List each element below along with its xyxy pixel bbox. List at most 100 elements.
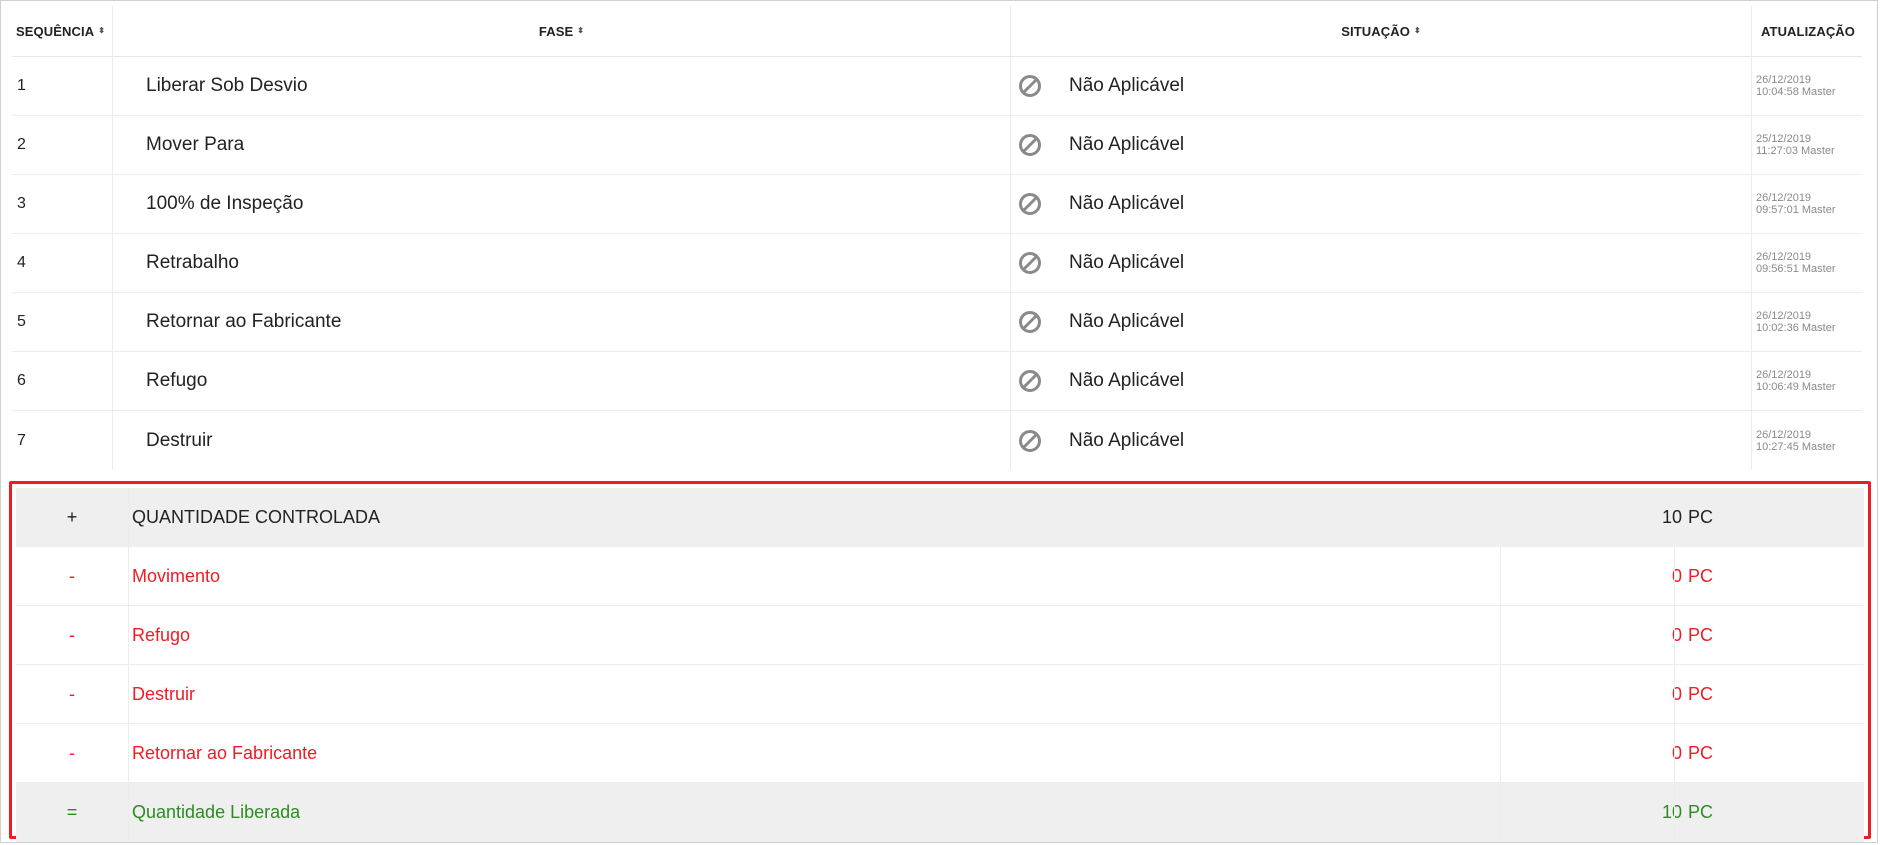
summary-unit: PC [1688, 625, 1714, 645]
summary-label: QUANTIDADE CONTROLADA [132, 507, 381, 527]
column-divider [128, 606, 129, 665]
table-row[interactable]: 6 Refugo Não Aplicável 26/12/2019 10:06:49 M… [12, 352, 1862, 411]
update-date: 26/12/2019 [1756, 74, 1812, 86]
summary-label: Retornar ao Fabricante [132, 743, 318, 763]
not-applicable-icon [1017, 428, 1043, 454]
cell-atualizacao: 25/12/2019 11:27:03 Master [1751, 116, 1862, 174]
update-time-user: 10:04:58 Master [1756, 86, 1836, 98]
header-situacao-label: SITUAÇÃO [1341, 23, 1410, 39]
summary-sign: = [66, 802, 78, 822]
column-divider [1500, 606, 1501, 665]
table-row[interactable]: 1 Liberar Sob Desvio Não Aplicável 26/12/20… [12, 57, 1862, 116]
not-applicable-icon [1017, 191, 1043, 217]
situacao-label: Não Aplicável [1069, 252, 1185, 273]
cell-sequencia: 6 [17, 372, 26, 389]
update-time-user: 09:56:51 Master [1756, 263, 1836, 275]
cell-fase: Liberar Sob Desvio [112, 57, 1010, 115]
column-divider [1674, 783, 1675, 842]
summary-row: - Retornar ao Fabricante 0 PC [16, 724, 1864, 783]
cell-fase: 100% de Inspeção [112, 175, 1010, 233]
update-time-user: 10:02:36 Master [1756, 322, 1836, 334]
cell-fase: Mover Para [112, 116, 1010, 174]
cell-situacao: Não Aplicável [1010, 116, 1751, 174]
cell-situacao: Não Aplicável [1010, 411, 1751, 470]
cell-fase: Retrabalho [112, 234, 1010, 292]
header-sequencia-label: SEQUÊNCIA [16, 23, 95, 39]
column-divider [1674, 724, 1675, 783]
summary-unit: PC [1688, 802, 1714, 822]
cell-atualizacao: 26/12/2019 10:02:36 Master [1751, 293, 1862, 351]
cell-sequencia: 1 [17, 77, 26, 94]
column-divider [128, 488, 129, 547]
column-divider [128, 547, 129, 606]
column-divider [128, 665, 129, 724]
situacao-label: Não Aplicável [1069, 193, 1185, 214]
not-applicable-icon [1017, 132, 1043, 158]
summary-value: 0 [1671, 743, 1682, 763]
column-divider [1674, 606, 1675, 665]
not-applicable-icon [1017, 309, 1043, 335]
cell-sequencia: 4 [17, 254, 26, 271]
cell-sequencia: 7 [17, 431, 26, 449]
table-row[interactable]: 4 Retrabalho Não Aplicável 26/12/2019 09:56:… [12, 234, 1862, 293]
summary-row: + QUANTIDADE CONTROLADA 10 PC [16, 488, 1864, 547]
summary-sign: - [69, 565, 75, 586]
not-applicable-icon [1017, 368, 1043, 394]
column-divider [128, 783, 129, 842]
cell-fase: Destruir [112, 411, 1010, 470]
column-divider [1500, 547, 1501, 606]
sort-icon[interactable]: ⬍ [577, 27, 584, 35]
situacao-label: Não Aplicável [1069, 370, 1185, 391]
update-date: 26/12/2019 [1756, 251, 1812, 263]
header-atualizacao: ATUALIZAÇÃO [1751, 6, 1862, 56]
table-header: SEQUÊNCIA ⬍ FASE ⬍ SITUAÇÃO ⬍ ATUALIZAÇÃ… [12, 6, 1862, 57]
summary-row: - Movimento 0 PC [16, 547, 1864, 606]
summary-value: 10 [1661, 507, 1682, 527]
header-fase[interactable]: FASE ⬍ [112, 6, 1010, 56]
sort-icon[interactable]: ⬍ [1414, 27, 1421, 35]
summary-sign: - [69, 742, 75, 763]
update-time-user: 10:27:45 Master [1756, 440, 1836, 453]
summary-value: 0 [1671, 566, 1682, 586]
column-divider [1500, 724, 1501, 783]
header-situacao[interactable]: SITUAÇÃO ⬍ [1010, 6, 1751, 56]
cell-sequencia: 3 [17, 195, 26, 212]
situacao-label: Não Aplicável [1069, 311, 1185, 332]
situacao-label: Não Aplicável [1069, 75, 1185, 96]
situacao-label: Não Aplicável [1069, 429, 1185, 451]
situacao-label: Não Aplicável [1069, 134, 1185, 155]
summary-label: Quantidade Liberada [132, 802, 301, 822]
cell-situacao: Não Aplicável [1010, 234, 1751, 292]
header-sequencia[interactable]: SEQUÊNCIA ⬍ [12, 6, 112, 56]
summary-value: 10 [1661, 802, 1682, 822]
cell-atualizacao: 26/12/2019 09:56:51 Master [1751, 234, 1862, 292]
summary-unit: PC [1688, 507, 1714, 527]
update-date: 26/12/2019 [1756, 428, 1812, 441]
table-row[interactable]: 2 Mover Para Não Aplicável 25/12/2019 11:27:… [12, 116, 1862, 175]
cell-sequencia: 5 [17, 313, 26, 330]
cell-fase: Retornar ao Fabricante [112, 293, 1010, 351]
summary-row: - Refugo 0 PC [16, 606, 1864, 665]
table-row[interactable]: 5 Retornar ao Fabricante Não Aplicável 26/1… [12, 293, 1862, 352]
summary-label: Destruir [132, 684, 196, 704]
phase-rows: 1 Liberar Sob Desvio Não Aplicável 26/12/20… [12, 57, 1862, 470]
cell-situacao: Não Aplicável [1010, 352, 1751, 410]
header-fase-label: FASE [538, 23, 574, 39]
update-date: 26/12/2019 [1756, 310, 1812, 322]
table-row[interactable]: 3 100% de Inspeção Não Aplicável 26/12/2019… [12, 175, 1862, 234]
not-applicable-icon [1017, 73, 1043, 99]
cell-situacao: Não Aplicável [1010, 175, 1751, 233]
update-date: 26/12/2019 [1756, 192, 1812, 204]
header-atualizacao-label: ATUALIZAÇÃO [1761, 23, 1856, 39]
summary-unit: PC [1688, 743, 1714, 763]
cell-situacao: Não Aplicável [1010, 293, 1751, 351]
cell-atualizacao: 26/12/2019 09:57:01 Master [1751, 175, 1862, 233]
cell-atualizacao: 26/12/2019 10:27:45 Master [1751, 411, 1862, 470]
table-row[interactable]: 7 Destruir Não Aplicável 26/12/2019 10:27:45… [12, 411, 1862, 470]
sort-icon[interactable]: ⬍ [98, 27, 105, 35]
column-divider [1500, 665, 1501, 724]
update-date: 25/12/2019 [1756, 133, 1812, 145]
summary-sign: - [69, 683, 75, 704]
summary-row: - Destruir 0 PC [16, 665, 1864, 724]
summary-sign: - [69, 624, 75, 645]
